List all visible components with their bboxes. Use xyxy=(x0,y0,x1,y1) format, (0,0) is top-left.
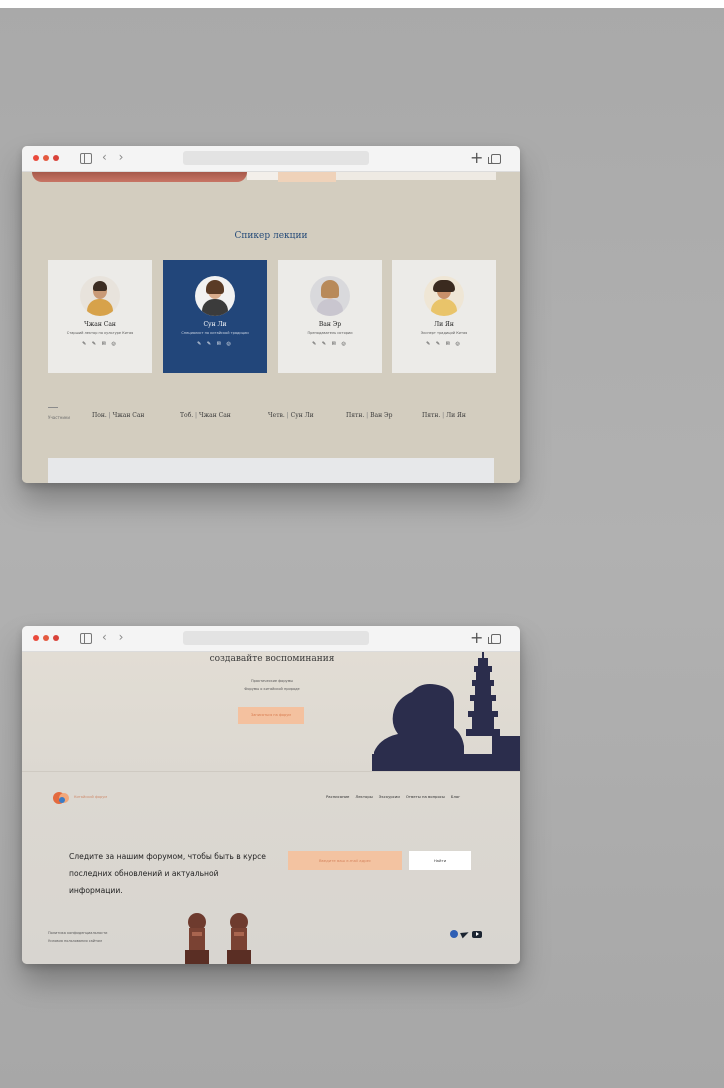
menu-item-blog[interactable]: Блог xyxy=(451,794,460,799)
ticker-day: Тоб. xyxy=(180,412,194,419)
speaker-role: Эксперт традиций Китая xyxy=(420,331,468,335)
social-icons[interactable]: ✎ ✎ ✉ ◎ xyxy=(163,341,267,347)
speaker-name: Ван Эр xyxy=(318,321,342,328)
ticker-day: Пон. xyxy=(92,412,107,419)
avatar-body xyxy=(87,299,113,316)
social-links xyxy=(450,929,482,939)
avatar-body xyxy=(202,299,228,316)
avatar xyxy=(424,276,464,316)
privacy-link[interactable]: Политика конфиденциальности xyxy=(48,931,107,935)
hero-title: создавайте воспоминания xyxy=(209,654,335,664)
terms-link[interactable]: Условия пользования сайтом xyxy=(48,939,102,943)
address-bar[interactable] xyxy=(183,151,369,165)
ticker-name: Ван Эр xyxy=(370,412,393,419)
browser-window-footer: ‹ › + создавайте воспоминания Практическ… xyxy=(22,626,520,964)
window-controls xyxy=(33,635,59,641)
ticker-item: Тоб. | Чжан Сан xyxy=(180,412,231,419)
speaker-card[interactable]: Ли Ян Эксперт традиций Китая ✎ ✎ ✉ ◎ xyxy=(392,260,496,373)
ticker-label: Участники xyxy=(48,407,71,420)
new-tab-button[interactable]: + xyxy=(470,148,483,167)
maximize-button[interactable] xyxy=(53,155,59,161)
maximize-button[interactable] xyxy=(53,635,59,641)
speaker-role: Специалист по китайской традиции xyxy=(181,331,249,335)
menu-item-faq[interactable]: Ответы на вопросы xyxy=(406,794,445,799)
email-field[interactable]: Введите ваш e-mail адрес xyxy=(288,851,402,870)
subscribe-button[interactable]: Найти xyxy=(409,851,471,870)
tabs-overview-icon[interactable] xyxy=(488,154,501,164)
ticker-item: Пятн. | Ли Ян xyxy=(422,412,466,419)
tabs-overview-icon[interactable] xyxy=(488,634,501,644)
ticker-name: Сун Ли xyxy=(290,412,314,419)
speakers-page: Спикер лекции Чжан Сан Старший лектор по… xyxy=(22,172,520,483)
avatar-body xyxy=(431,299,457,316)
hero-subtitle: Практические форумы xyxy=(250,679,294,683)
section-divider xyxy=(22,771,520,772)
avatar-hair xyxy=(321,280,339,298)
avatar xyxy=(310,276,350,316)
youtube-icon[interactable] xyxy=(472,930,482,938)
guardian-lions-icon xyxy=(185,913,251,964)
ticker-item: Пятн. | Ван Эр xyxy=(346,412,393,419)
forum-logo-icon[interactable] xyxy=(53,791,71,805)
back-forward-icon[interactable]: ‹ › xyxy=(102,150,127,164)
footer-menu: Расписание Лекторы Экскурсии Ответы на в… xyxy=(326,794,460,799)
banner-decoration xyxy=(336,172,496,180)
social-icons[interactable]: ✎ ✎ ✉ ◎ xyxy=(278,341,382,347)
speaker-role: Старший лектор по культуре Китая xyxy=(66,331,134,335)
sidebar-toggle-icon[interactable] xyxy=(80,633,92,644)
ticker-day: Пятн. xyxy=(422,412,441,419)
section-title: Спикер лекции xyxy=(234,231,308,241)
banner-button[interactable] xyxy=(278,172,336,182)
speaker-name: Сун Ли xyxy=(203,321,227,328)
ticker-item: Пон. | Чжан Сан xyxy=(92,412,145,419)
minimize-button[interactable] xyxy=(43,635,49,641)
banner-decoration xyxy=(247,172,278,180)
telegram-icon[interactable] xyxy=(460,929,470,939)
hero-subtitle: Форумы о китайской природе xyxy=(244,687,300,691)
menu-item-schedule[interactable]: Расписание xyxy=(326,794,349,799)
close-button[interactable] xyxy=(33,155,39,161)
register-button[interactable]: Записаться на форум xyxy=(238,707,304,724)
new-tab-button[interactable]: + xyxy=(470,628,483,647)
minimize-button[interactable] xyxy=(43,155,49,161)
browser-toolbar: ‹ › + xyxy=(22,626,520,652)
ticker-day: Пятн. xyxy=(346,412,365,419)
avatar-hair xyxy=(93,281,107,291)
sidebar-toggle-icon[interactable] xyxy=(80,153,92,164)
footer-page: создавайте воспоминания Практические фор… xyxy=(22,652,520,964)
next-section-preview xyxy=(48,458,494,483)
pagoda-silhouette-icon xyxy=(372,652,520,772)
speaker-card[interactable]: Ван Эр Преподаватель истории ✎ ✎ ✉ ◎ xyxy=(278,260,382,373)
ticker-name: Чжан Сан xyxy=(198,412,231,419)
logo-text: Китайский форум xyxy=(74,795,107,799)
menu-item-excursions[interactable]: Экскурсии xyxy=(379,794,400,799)
browser-toolbar: ‹ › + xyxy=(22,146,520,172)
back-forward-icon[interactable]: ‹ › xyxy=(102,630,127,644)
banner-decoration xyxy=(32,172,247,182)
close-button[interactable] xyxy=(33,635,39,641)
newsletter-text: Следите за нашим форумом, чтобы быть в к… xyxy=(69,852,266,895)
avatar xyxy=(80,276,120,316)
window-controls xyxy=(33,155,59,161)
speaker-role: Преподаватель истории xyxy=(307,331,353,335)
browser-window-speakers: ‹ › + Спикер лекции Чжан Сан Старший лек… xyxy=(22,146,520,483)
speaker-card-active[interactable]: Сун Ли Специалист по китайской традиции … xyxy=(163,260,267,373)
ticker-name: Ли Ян xyxy=(446,412,466,419)
speaker-card[interactable]: Чжан Сан Старший лектор по культуре Кита… xyxy=(48,260,152,373)
ticker-day: Четв. xyxy=(268,412,285,419)
ticker-name: Чжан Сан xyxy=(112,412,145,419)
avatar-hair xyxy=(206,280,224,294)
speaker-name: Чжан Сан xyxy=(84,321,116,328)
avatar xyxy=(195,276,235,316)
speaker-name: Ли Ян xyxy=(434,321,454,328)
avatar-body xyxy=(317,299,343,316)
address-bar[interactable] xyxy=(183,631,369,645)
ticker-item: Четв. | Сун Ли xyxy=(268,412,314,419)
social-icons[interactable]: ✎ ✎ ✉ ◎ xyxy=(392,341,496,347)
top-strip xyxy=(0,0,724,8)
avatar-hair xyxy=(433,280,455,292)
social-icons[interactable]: ✎ ✎ ✉ ◎ xyxy=(48,341,152,347)
facebook-icon[interactable] xyxy=(450,930,458,938)
menu-item-lecturers[interactable]: Лекторы xyxy=(355,794,372,799)
